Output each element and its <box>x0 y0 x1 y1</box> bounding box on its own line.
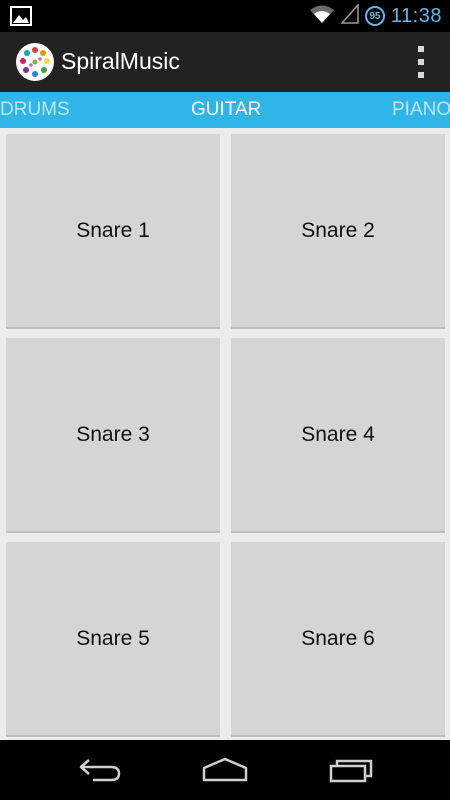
battery-icon: 95 <box>364 6 385 26</box>
back-icon[interactable] <box>75 754 125 786</box>
spiral-logo-icon[interactable] <box>16 43 54 81</box>
instrument-tabs: DRUMS GUITAR PIANO <box>0 92 450 128</box>
tab-piano[interactable]: PIANO <box>392 92 450 128</box>
navigation-bar <box>0 740 450 800</box>
pad-snare-4[interactable]: Snare 4 <box>231 338 445 531</box>
tab-guitar[interactable]: GUITAR <box>191 92 261 128</box>
clock: 11:38 <box>390 4 442 27</box>
pad-snare-1[interactable]: Snare 1 <box>6 134 220 327</box>
pad-snare-2[interactable]: Snare 2 <box>231 134 445 327</box>
pad-snare-5[interactable]: Snare 5 <box>6 542 220 735</box>
app-screen: 95 11:38 SpiralMusic DRUMS GUITAR PIANO … <box>0 0 450 800</box>
app-title: SpiralMusic <box>61 48 180 74</box>
gallery-notification-icon <box>10 5 32 27</box>
overflow-dot <box>418 59 424 65</box>
pad-grid: Snare 1 Snare 2 Snare 3 Snare 4 Snare 5 … <box>0 128 450 740</box>
overflow-dot <box>418 72 424 78</box>
overflow-dot <box>418 46 424 52</box>
recents-icon[interactable] <box>326 754 376 786</box>
status-bar: 95 11:38 <box>0 0 450 32</box>
action-bar: SpiralMusic <box>0 32 450 92</box>
signal-icon <box>340 2 359 29</box>
pad-snare-3[interactable]: Snare 3 <box>6 338 220 531</box>
status-indicators: 95 11:38 <box>309 0 442 32</box>
wifi-icon <box>309 4 335 29</box>
overflow-menu-icon[interactable] <box>414 46 428 78</box>
tab-drums[interactable]: DRUMS <box>0 92 70 128</box>
pad-snare-6[interactable]: Snare 6 <box>231 542 445 735</box>
battery-level: 95 <box>369 10 381 22</box>
home-icon[interactable] <box>200 754 250 786</box>
